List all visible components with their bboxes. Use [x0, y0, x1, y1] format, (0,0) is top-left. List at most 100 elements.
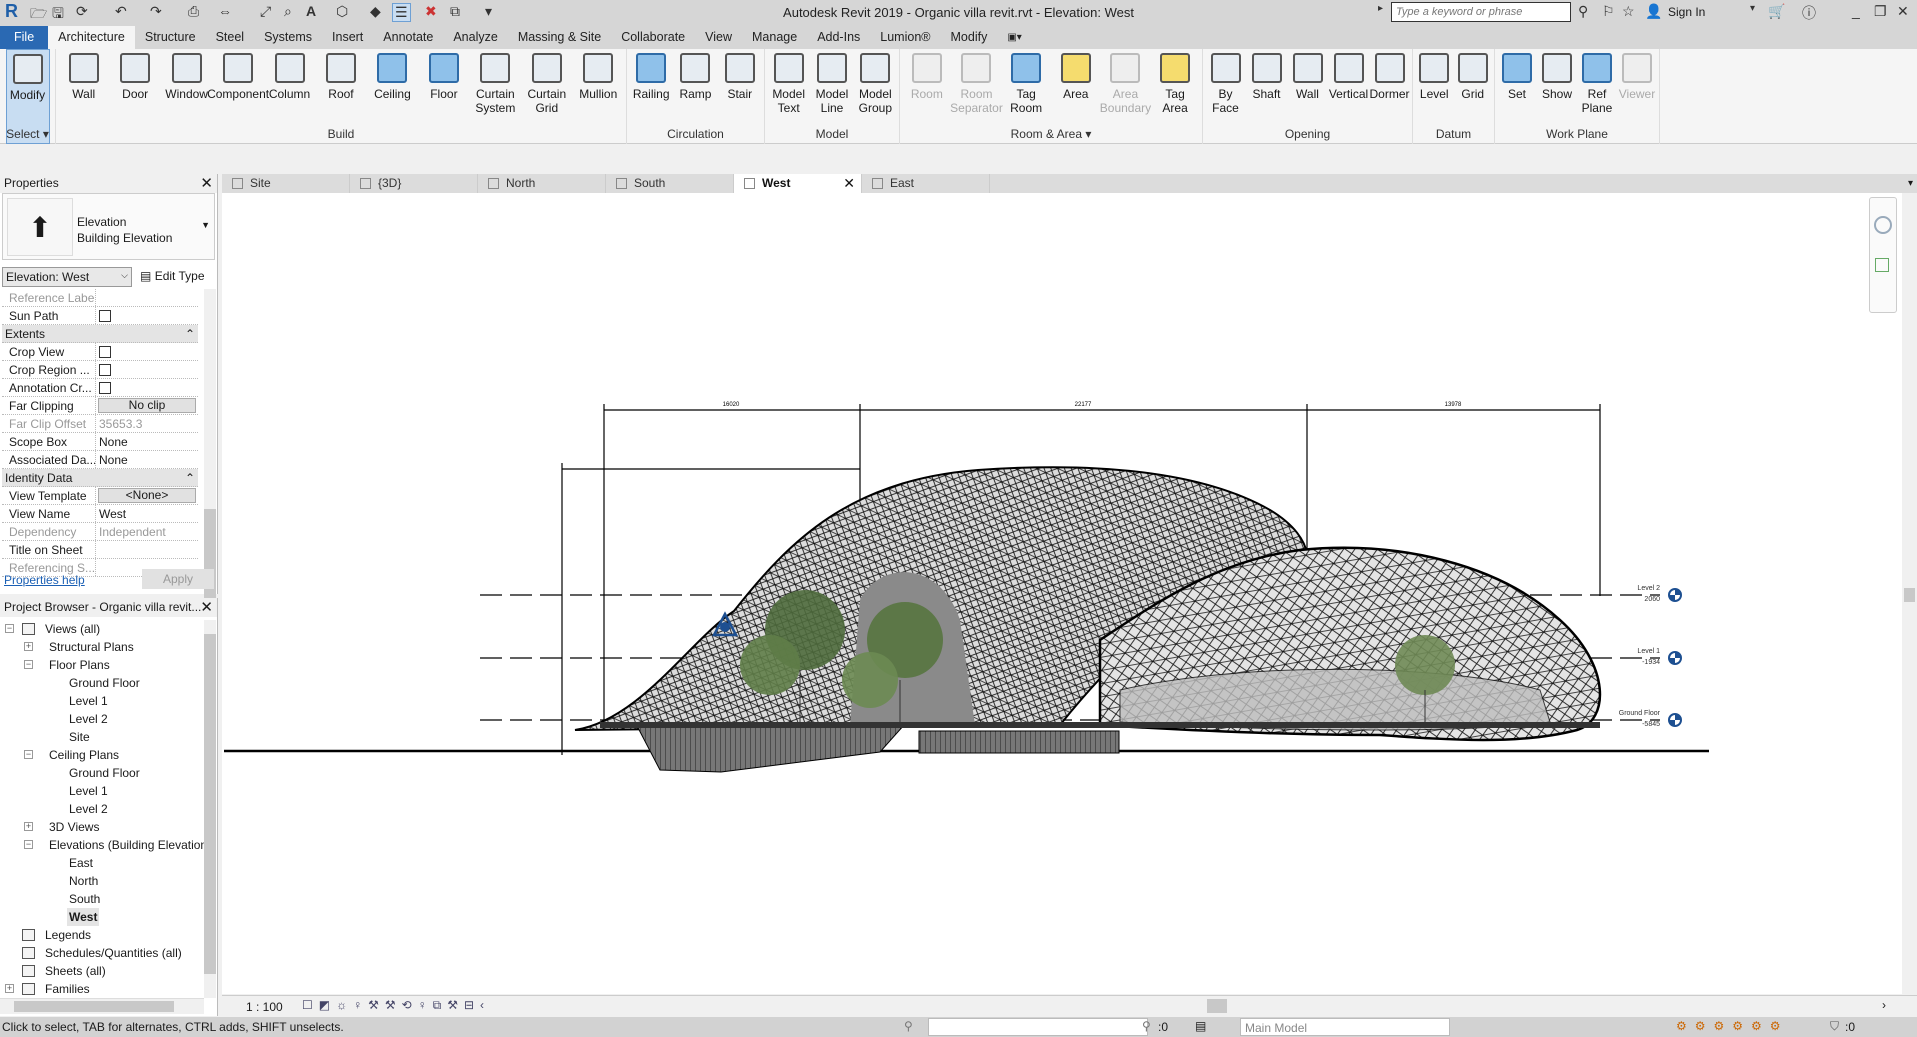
- tab-manage[interactable]: Manage: [742, 26, 807, 49]
- tag-icon[interactable]: ⌕: [284, 3, 292, 20]
- browser-item-ground-floor[interactable]: Ground Floor: [0, 764, 204, 782]
- steering-wheel-icon[interactable]: [1874, 216, 1892, 234]
- help-icon[interactable]: ⓘ: [1802, 3, 1816, 23]
- ribbon-group-label[interactable]: Room & Area ▾: [900, 127, 1202, 141]
- browser-item-west[interactable]: West: [0, 908, 204, 926]
- workset-select[interactable]: [928, 1018, 1148, 1036]
- browser-item-site[interactable]: Site: [0, 728, 204, 746]
- restore-button[interactable]: ❐: [1874, 3, 1887, 20]
- checkbox[interactable]: [99, 382, 111, 394]
- browser-item-level-1[interactable]: Level 1: [0, 782, 204, 800]
- tab-analyze[interactable]: Analyze: [443, 26, 507, 49]
- browser-item-ground-floor[interactable]: Ground Floor: [0, 674, 204, 692]
- type-selector[interactable]: ⬆ Elevation Building Elevation ▼: [2, 193, 215, 260]
- property-value[interactable]: [96, 361, 198, 378]
- open-icon[interactable]: 🗁: [30, 3, 47, 27]
- tab-steel[interactable]: Steel: [206, 26, 255, 49]
- contextual-panel-toggle[interactable]: ▣▾: [997, 26, 1031, 49]
- tab-massing-site[interactable]: Massing & Site: [508, 26, 611, 49]
- apply-button[interactable]: Apply: [142, 569, 214, 589]
- checkbox[interactable]: [99, 310, 111, 322]
- browser-item-sheets-all[interactable]: Sheets (all): [0, 962, 204, 980]
- tab-lumion[interactable]: Lumion®: [870, 26, 940, 49]
- scroll-thumb[interactable]: [1904, 588, 1915, 602]
- scale-selector[interactable]: 1 : 100: [246, 1000, 283, 1014]
- instance-filter-select[interactable]: Elevation: West ⌵: [2, 267, 132, 287]
- collapse-icon[interactable]: −: [24, 660, 33, 669]
- expand-icon[interactable]: +: [5, 984, 14, 993]
- close-browser-icon[interactable]: ✕: [200, 598, 213, 616]
- expand-icon[interactable]: +: [24, 822, 33, 831]
- browser-item-level-1[interactable]: Level 1: [0, 692, 204, 710]
- horizontal-scroll-thumb[interactable]: [1207, 999, 1227, 1013]
- view-tab-3d[interactable]: {3D}: [350, 174, 478, 193]
- close-tab-icon[interactable]: ✕: [843, 174, 855, 193]
- sync-icon[interactable]: ⟳: [76, 3, 88, 20]
- view-tab-north[interactable]: North: [478, 174, 606, 193]
- collapse-icon[interactable]: −: [5, 624, 14, 633]
- subscription-icon[interactable]: ⚐: [1602, 3, 1615, 20]
- tab-insert[interactable]: Insert: [322, 26, 373, 49]
- view-control-icons[interactable]: ☐◩☼♀⚒⚒⟲♀⧉⚒⊟‹: [302, 998, 490, 1013]
- edit-type-button[interactable]: ▤ Edit Type: [140, 269, 205, 283]
- binoculars-icon[interactable]: ⚲: [1578, 3, 1588, 20]
- browser-item-schedules-quantities-all[interactable]: Schedules/Quantities (all): [0, 944, 204, 962]
- view-tab-site[interactable]: Site: [222, 174, 350, 193]
- property-group-extents[interactable]: Extents ⌃: [2, 325, 198, 343]
- property-group-identity-data[interactable]: Identity Data ⌃: [2, 469, 198, 487]
- worksets-icon[interactable]: ⚲: [904, 1019, 913, 1033]
- scroll-thumb[interactable]: [204, 634, 216, 974]
- view-tab-west[interactable]: West ✕: [734, 174, 862, 193]
- tab-view[interactable]: View: [695, 26, 742, 49]
- tab-add-ins[interactable]: Add-Ins: [807, 26, 870, 49]
- browser-item-structural-plans[interactable]: + Structural Plans: [0, 638, 204, 656]
- sign-in-link[interactable]: Sign In: [1668, 5, 1705, 19]
- sign-in-dropdown-icon[interactable]: ▾: [1750, 3, 1755, 14]
- browser-item-north[interactable]: North: [0, 872, 204, 890]
- browser-item-ceiling-plans[interactable]: − Ceiling Plans: [0, 746, 204, 764]
- property-value[interactable]: West: [96, 505, 198, 522]
- customize-qat-icon[interactable]: ▾: [485, 3, 492, 20]
- tab-modify[interactable]: Modify: [941, 26, 998, 49]
- editable-only-icon[interactable]: ⚲: [1142, 1019, 1151, 1033]
- properties-help-link[interactable]: Properties help: [4, 573, 85, 587]
- browser-item-floor-plans[interactable]: − Floor Plans: [0, 656, 204, 674]
- design-option-select[interactable]: Main Model: [1240, 1018, 1450, 1036]
- canvas-vertical-scrollbar[interactable]: [1902, 193, 1917, 994]
- browser-horizontal-scrollbar[interactable]: [0, 998, 204, 1014]
- print-icon[interactable]: ⎙: [188, 3, 199, 20]
- collapse-icon[interactable]: −: [24, 840, 33, 849]
- type-dropdown-icon[interactable]: ▼: [201, 220, 210, 230]
- property-value[interactable]: [96, 307, 198, 324]
- text-icon[interactable]: A: [306, 3, 316, 19]
- checkbox[interactable]: [99, 346, 111, 358]
- property-value[interactable]: None: [96, 433, 198, 450]
- browser-item-east[interactable]: East: [0, 854, 204, 872]
- property-value[interactable]: [96, 541, 198, 558]
- tab-architecture[interactable]: Architecture: [48, 26, 135, 49]
- switch-windows-icon[interactable]: ⧉: [450, 3, 460, 20]
- redo-icon[interactable]: ↷: [150, 3, 162, 20]
- zoom-region-icon[interactable]: [1875, 258, 1889, 272]
- browser-item-families[interactable]: + Families: [0, 980, 204, 998]
- scroll-right-icon[interactable]: ›: [1882, 998, 1886, 1012]
- collapse-icon[interactable]: ⌃: [185, 327, 195, 341]
- tab-systems[interactable]: Systems: [254, 26, 322, 49]
- property-value[interactable]: No clip: [96, 397, 198, 414]
- property-value[interactable]: None: [96, 451, 198, 468]
- tab-file[interactable]: File: [0, 26, 49, 49]
- browser-item-south[interactable]: South: [0, 890, 204, 908]
- tab-annotate[interactable]: Annotate: [373, 26, 443, 49]
- selection-toggle-icons[interactable]: ⚙⚙⚙⚙⚙⚙: [1676, 1019, 1789, 1033]
- undo-icon[interactable]: ↶: [115, 3, 127, 20]
- measure-icon[interactable]: ⇔: [218, 3, 232, 19]
- close-properties-icon[interactable]: ✕: [200, 174, 213, 192]
- checkbox[interactable]: [99, 364, 111, 376]
- browser-item-views-all[interactable]: − Views (all): [0, 620, 204, 638]
- browser-item-level-2[interactable]: Level 2: [0, 800, 204, 818]
- section-icon[interactable]: ◆: [370, 3, 381, 20]
- property-button[interactable]: <None>: [98, 488, 196, 503]
- view-tabs-dropdown-icon[interactable]: ▾: [1908, 174, 1917, 193]
- browser-scrollbar[interactable]: [204, 620, 216, 998]
- filter-icon[interactable]: ⛉: [1830, 1019, 1839, 1034]
